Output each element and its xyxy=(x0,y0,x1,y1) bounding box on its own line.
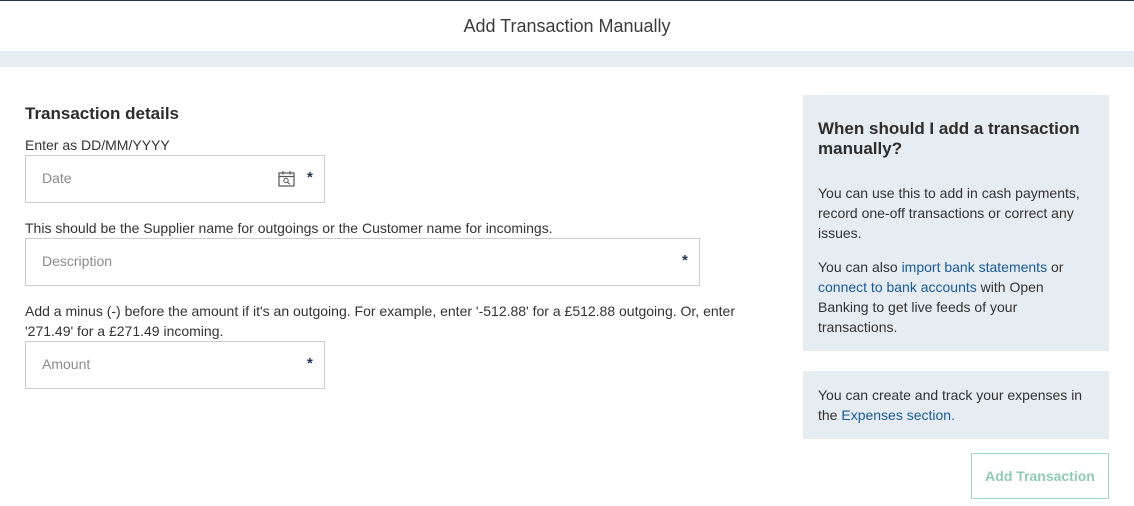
header-subbar xyxy=(0,51,1134,67)
amount-field[interactable]: Amount * xyxy=(25,341,325,389)
info-panel: When should I add a transaction manually… xyxy=(803,95,1109,351)
amount-hint-line2: '271.49' for a £271.49 incoming. xyxy=(25,323,224,339)
amount-hint-line1: Add a minus (-) before the amount if it'… xyxy=(25,303,735,319)
description-placeholder: Description xyxy=(42,253,113,269)
para2-prefix: You can also xyxy=(818,259,902,275)
info-panel-para2: You can also import bank statements or c… xyxy=(818,257,1098,337)
date-field[interactable]: Date * xyxy=(25,155,325,203)
expenses-panel: You can create and track your expenses i… xyxy=(803,371,1109,439)
amount-hint: Add a minus (-) before the amount if it'… xyxy=(25,301,735,341)
expenses-text: You can create and track your expenses i… xyxy=(818,385,1098,425)
page-header: Add Transaction Manually xyxy=(0,1,1134,51)
date-required-marker: * xyxy=(307,169,313,186)
description-required-marker: * xyxy=(682,252,688,269)
amount-required-marker: * xyxy=(307,355,313,372)
import-bank-statements-link[interactable]: import bank statements xyxy=(902,259,1048,275)
date-placeholder: Date xyxy=(42,170,72,186)
description-field[interactable]: Description * xyxy=(25,238,700,286)
page-title: Add Transaction Manually xyxy=(463,15,671,36)
para2-mid: or xyxy=(1047,259,1064,275)
date-hint: Enter as DD/MM/YYYY xyxy=(25,137,170,153)
calendar-icon[interactable] xyxy=(278,170,295,187)
section-title: Transaction details xyxy=(25,104,179,123)
amount-placeholder: Amount xyxy=(42,356,91,372)
info-panel-para1: You can use this to add in cash payments… xyxy=(818,185,1080,241)
expenses-section-link[interactable]: Expenses section. xyxy=(841,407,955,423)
description-hint: This should be the Supplier name for out… xyxy=(25,220,553,236)
connect-bank-accounts-link[interactable]: connect to bank accounts xyxy=(818,279,977,295)
info-panel-title: When should I add a transaction manually… xyxy=(818,119,1080,158)
add-transaction-button[interactable]: Add Transaction xyxy=(971,453,1109,499)
